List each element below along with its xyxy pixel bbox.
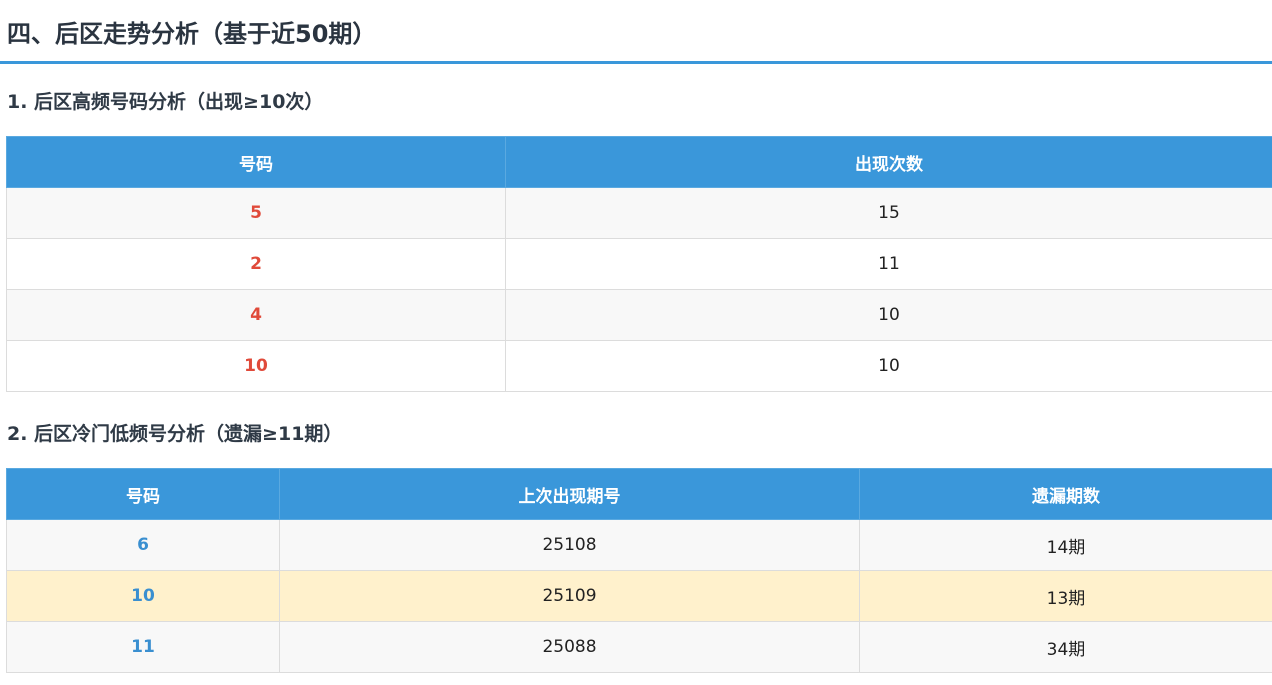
hot-number-cell: 10 bbox=[6, 340, 506, 392]
count-cell: 11 bbox=[505, 238, 1272, 290]
table-row: 11 25088 34期 bbox=[6, 621, 1272, 673]
section-title-cold-numbers: 2. 后区冷门低频号分析（遗漏≥11期） bbox=[7, 423, 343, 445]
column-header-missed: 遗漏期数 bbox=[859, 468, 1272, 520]
column-header-number: 号码 bbox=[6, 468, 280, 520]
missed-cell: 13期 bbox=[859, 570, 1272, 622]
last-issue-cell: 25088 bbox=[279, 621, 860, 673]
cold-number-cell: 11 bbox=[6, 621, 280, 673]
column-header-count: 出现次数 bbox=[505, 136, 1272, 188]
section-title-hot-numbers: 1. 后区高频号码分析（出现≥10次） bbox=[7, 91, 324, 113]
column-header-last-issue: 上次出现期号 bbox=[279, 468, 860, 520]
missed-cell: 14期 bbox=[859, 519, 1272, 571]
cold-numbers-table: 号码 上次出现期号 遗漏期数 6 25108 14期 10 25109 13期 … bbox=[6, 468, 1272, 673]
column-header-number: 号码 bbox=[6, 136, 506, 188]
count-cell: 10 bbox=[505, 340, 1272, 392]
hot-number-cell: 5 bbox=[6, 187, 506, 239]
hot-number-cell: 4 bbox=[6, 289, 506, 341]
cold-number-cell: 6 bbox=[6, 519, 280, 571]
missed-cell: 34期 bbox=[859, 621, 1272, 673]
title-divider bbox=[0, 61, 1272, 64]
count-cell: 10 bbox=[505, 289, 1272, 341]
table-row: 5 15 bbox=[6, 187, 1272, 239]
table-row: 2 11 bbox=[6, 238, 1272, 290]
table-row-highlighted: 10 25109 13期 bbox=[6, 570, 1272, 622]
last-issue-cell: 25109 bbox=[279, 570, 860, 622]
table-row: 4 10 bbox=[6, 289, 1272, 341]
table-header-row: 号码 出现次数 bbox=[6, 136, 1272, 188]
analysis-page: 四、后区走势分析（基于近50期） 1. 后区高频号码分析（出现≥10次） 号码 … bbox=[0, 0, 1272, 685]
table-row: 10 10 bbox=[6, 340, 1272, 392]
table-row: 6 25108 14期 bbox=[6, 519, 1272, 571]
hot-numbers-table: 号码 出现次数 5 15 2 11 4 10 10 10 bbox=[6, 136, 1272, 392]
last-issue-cell: 25108 bbox=[279, 519, 860, 571]
count-cell: 15 bbox=[505, 187, 1272, 239]
hot-number-cell: 2 bbox=[6, 238, 506, 290]
page-title: 四、后区走势分析（基于近50期） bbox=[7, 20, 377, 48]
cold-number-cell: 10 bbox=[6, 570, 280, 622]
table-header-row: 号码 上次出现期号 遗漏期数 bbox=[6, 468, 1272, 520]
